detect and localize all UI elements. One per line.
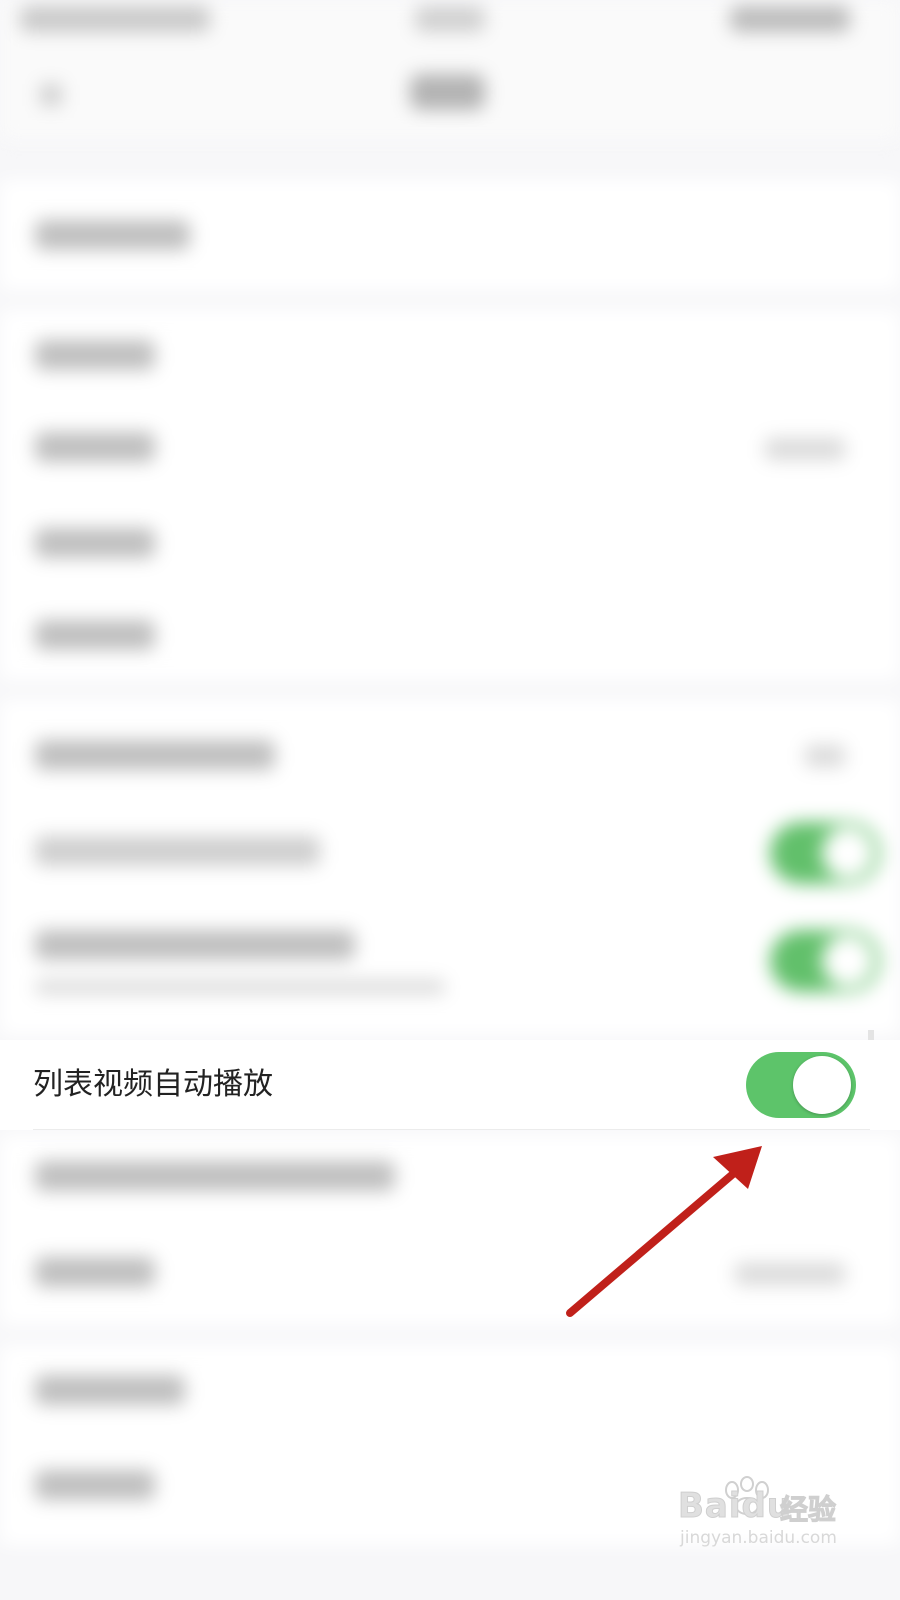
arrow-annotation-icon xyxy=(566,1146,762,1317)
